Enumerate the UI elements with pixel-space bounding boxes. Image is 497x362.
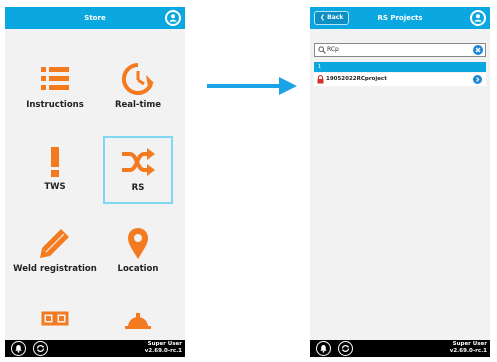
clock-refresh-icon — [103, 61, 173, 97]
tile-rs[interactable]: RS — [103, 136, 173, 204]
tile-label: Instructions — [26, 100, 84, 110]
exclamation-icon — [20, 143, 90, 179]
store-header: Store — [5, 7, 185, 29]
grid-icon — [20, 307, 90, 340]
bottom-bar: Super User v2.69.0-rc.1 — [5, 340, 185, 357]
tile-label: Real-time — [114, 100, 162, 110]
user-icon — [472, 12, 484, 24]
rs-projects-phone-screen: ❮ Back RS Projects RCp 1 19052022RCproje… — [310, 7, 490, 357]
tile-label: Location — [117, 264, 159, 274]
search-input-value[interactable]: RCp — [327, 44, 339, 56]
store-phone-screen: Store Instructions Real-time TWS RS Weld… — [5, 7, 185, 357]
store-grid: Instructions Real-time TWS RS Weld regis… — [5, 29, 185, 340]
tile-tws[interactable]: TWS — [20, 135, 90, 203]
notifications-button[interactable] — [316, 341, 331, 356]
user-info: Super User v2.69.0-rc.1 — [145, 341, 182, 355]
lock-icon — [317, 75, 324, 84]
app-version: v2.69.0-rc.1 — [144, 348, 182, 354]
project-search-field[interactable]: RCp — [314, 43, 486, 57]
app-version: v2.69.0-rc.1 — [449, 348, 487, 354]
list-section-header: 1 — [314, 62, 486, 72]
tile-weld-registration[interactable]: Weld registration — [13, 217, 97, 285]
tile-label: Weld registration — [13, 264, 97, 274]
bell-icon — [319, 344, 327, 353]
chevron-right-icon[interactable] — [473, 75, 482, 84]
shuffle-icon — [105, 144, 171, 180]
tile-location[interactable]: Location — [103, 217, 173, 285]
hard-hat-icon — [103, 307, 173, 340]
tile-grid[interactable] — [20, 299, 90, 340]
user-info: Super User v2.69.0-rc.1 — [450, 341, 487, 355]
tile-real-time[interactable]: Real-time — [103, 53, 173, 121]
list-icon — [20, 61, 90, 97]
tile-instructions[interactable]: Instructions — [20, 53, 90, 121]
pencil-icon — [13, 225, 97, 261]
sync-button[interactable] — [338, 341, 353, 356]
project-row[interactable]: 19052022RCproject — [314, 73, 486, 86]
notifications-button[interactable] — [11, 341, 26, 356]
map-pin-icon — [103, 225, 173, 261]
project-name: 19052022RCproject — [326, 76, 387, 82]
rs-projects-header: ❮ Back RS Projects — [310, 7, 490, 29]
user-button[interactable] — [165, 10, 181, 26]
tile-label: TWS — [44, 182, 66, 192]
user-icon — [167, 12, 179, 24]
user-button[interactable] — [470, 10, 486, 26]
sync-button[interactable] — [33, 341, 48, 356]
tile-label: RS — [131, 183, 145, 193]
search-icon — [318, 46, 326, 54]
user-name: Super User — [452, 341, 487, 347]
arrow-right-icon — [207, 77, 297, 95]
tile-safety[interactable] — [103, 299, 173, 340]
user-name: Super User — [147, 341, 182, 347]
header-title: Store — [84, 14, 106, 22]
refresh-icon — [341, 344, 349, 352]
rs-projects-list-screen: RCp 1 19052022RCproject — [310, 29, 490, 340]
clear-search-icon[interactable] — [473, 45, 483, 55]
bottom-bar: Super User v2.69.0-rc.1 — [310, 340, 490, 357]
header-title: RS Projects — [377, 14, 423, 22]
refresh-icon — [36, 344, 44, 352]
bell-icon — [14, 344, 22, 353]
